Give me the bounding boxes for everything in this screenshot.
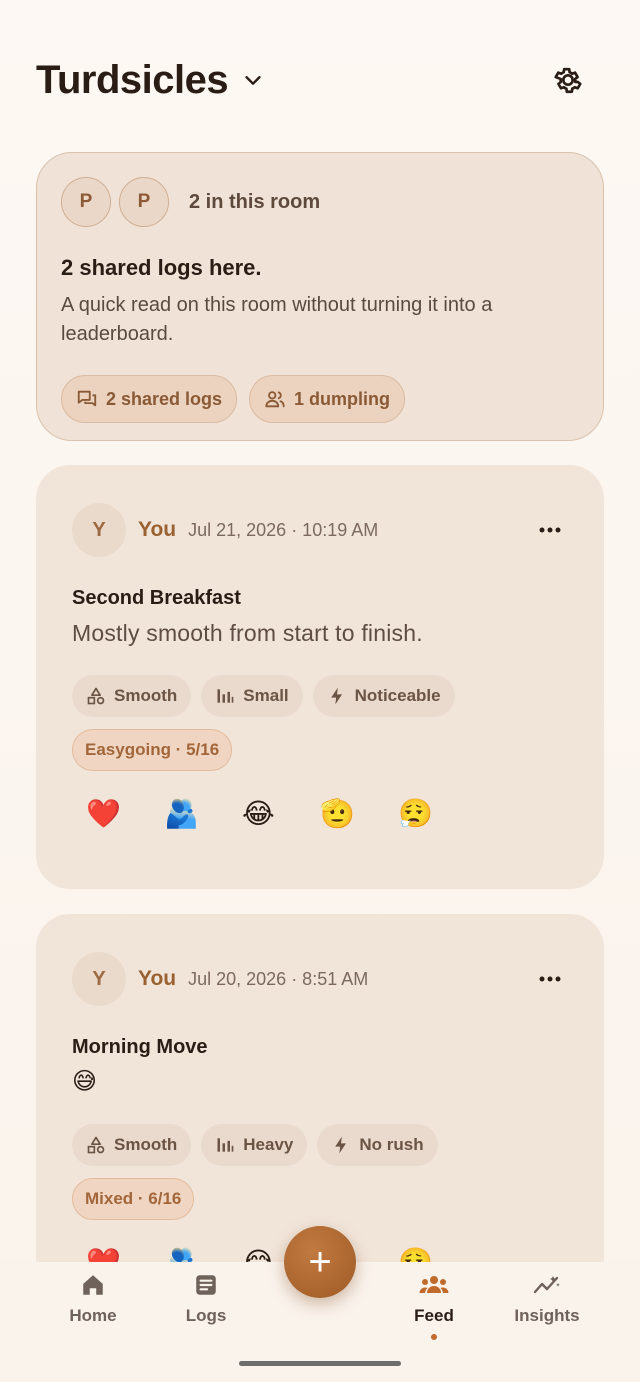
reaction-bar: ❤️ 🫂 😂 🫡 😮‍💨 xyxy=(72,797,568,830)
bars-icon xyxy=(217,1138,234,1152)
post-tags: Smooth Heavy No rush xyxy=(72,1124,568,1166)
nav-feed[interactable]: Feed xyxy=(379,1272,489,1340)
chat-bubbles-icon xyxy=(77,390,97,407)
room-switcher[interactable]: Turdsicles xyxy=(36,58,264,103)
nav-home[interactable]: Home xyxy=(38,1272,148,1326)
chevron-down-icon xyxy=(245,76,261,85)
nav-insights[interactable]: Insights xyxy=(492,1272,602,1326)
bars-icon xyxy=(217,689,234,703)
home-indicator[interactable] xyxy=(239,1361,401,1366)
more-options-button[interactable] xyxy=(532,512,568,548)
add-log-button[interactable]: + xyxy=(284,1226,356,1298)
author-name: You xyxy=(138,967,177,990)
gear-icon xyxy=(554,67,582,94)
author-name: You xyxy=(138,518,177,541)
bolt-icon xyxy=(330,687,342,705)
shapes-icon xyxy=(87,1136,105,1154)
feed-post[interactable]: Y You Jul 21, 2026 · 10:19 AM Second Bre… xyxy=(36,465,604,889)
author-avatar: Y xyxy=(72,503,126,557)
bolt-icon xyxy=(335,1136,347,1154)
size-tag: Heavy xyxy=(201,1124,308,1166)
nav-label: Insights xyxy=(514,1306,580,1325)
size-tag: Small xyxy=(201,675,303,717)
tag-label: Noticeable xyxy=(354,686,441,705)
document-icon xyxy=(196,1275,216,1295)
more-options-button[interactable] xyxy=(532,961,568,997)
dumpling-pill: 1 dumpling xyxy=(249,375,406,423)
post-body: Mostly smooth from start to finish. xyxy=(72,620,423,646)
tag-label: No rush xyxy=(359,1135,424,1154)
room-title: Turdsicles xyxy=(36,57,229,102)
nav-label: Feed xyxy=(414,1306,454,1325)
reaction-heart[interactable]: ❤️ xyxy=(86,797,121,830)
mood-badge: Easygoing · 5/16 xyxy=(72,729,233,771)
post-timestamp: Jul 20, 2026 · 8:51 AM xyxy=(188,968,369,989)
summary-pills: 2 shared logs 1 dumpling xyxy=(61,375,579,423)
summary-description: A quick read on this room without turnin… xyxy=(61,294,493,345)
settings-button[interactable] xyxy=(550,62,586,98)
shared-logs-pill: 2 shared logs xyxy=(61,375,238,423)
reaction-salute[interactable]: 🫡 xyxy=(320,797,355,830)
tag-label: Smooth xyxy=(114,1135,178,1154)
post-tags: Smooth Small Noticeable xyxy=(72,675,568,717)
post-header: Y You Jul 21, 2026 · 10:19 AM xyxy=(72,503,568,557)
tag-label: Small xyxy=(243,686,289,705)
post-header: Y You Jul 20, 2026 · 8:51 AM xyxy=(72,952,568,1006)
trend-icon xyxy=(533,1276,560,1294)
urgency-tag: Noticeable xyxy=(312,675,455,717)
more-horizontal-icon xyxy=(539,527,561,533)
post-timestamp: Jul 21, 2026 · 10:19 AM xyxy=(188,519,379,540)
post-title: Morning Move xyxy=(72,1036,208,1058)
reaction-hug[interactable]: 🫂 xyxy=(164,797,199,830)
summary-heading: 2 shared logs here. xyxy=(61,255,262,280)
texture-tag: Smooth xyxy=(72,675,192,717)
header: Turdsicles xyxy=(36,52,604,108)
reaction-relief[interactable]: 😮‍💨 xyxy=(398,797,433,830)
member-list: P P 2 in this room xyxy=(61,177,579,227)
tag-label: Heavy xyxy=(243,1135,294,1154)
author-avatar: Y xyxy=(72,952,126,1006)
pill-label: 1 dumpling xyxy=(294,388,391,409)
room-summary-card: P P 2 in this room 2 shared logs here. A… xyxy=(36,152,604,441)
mood-badge: Mixed · 6/16 xyxy=(72,1178,195,1220)
nav-logs[interactable]: Logs xyxy=(151,1272,261,1326)
urgency-tag: No rush xyxy=(317,1124,438,1166)
member-avatar[interactable]: P xyxy=(119,177,169,227)
pill-label: 2 shared logs xyxy=(106,388,223,409)
texture-tag: Smooth xyxy=(72,1124,192,1166)
member-avatar[interactable]: P xyxy=(61,177,111,227)
nav-label: Logs xyxy=(185,1306,227,1325)
post-title: Second Breakfast xyxy=(72,587,241,609)
home-icon xyxy=(83,1275,103,1295)
tag-label: Smooth xyxy=(114,686,178,705)
active-indicator xyxy=(431,1334,437,1340)
members-count: 2 in this room xyxy=(189,190,321,213)
shapes-icon xyxy=(87,687,105,705)
nav-label: Home xyxy=(69,1306,117,1325)
post-body: 😅 xyxy=(72,1068,98,1095)
people-icon xyxy=(265,391,285,408)
more-horizontal-icon xyxy=(539,976,561,982)
reaction-laugh[interactable]: 😂 xyxy=(242,797,275,830)
group-icon xyxy=(419,1276,449,1293)
